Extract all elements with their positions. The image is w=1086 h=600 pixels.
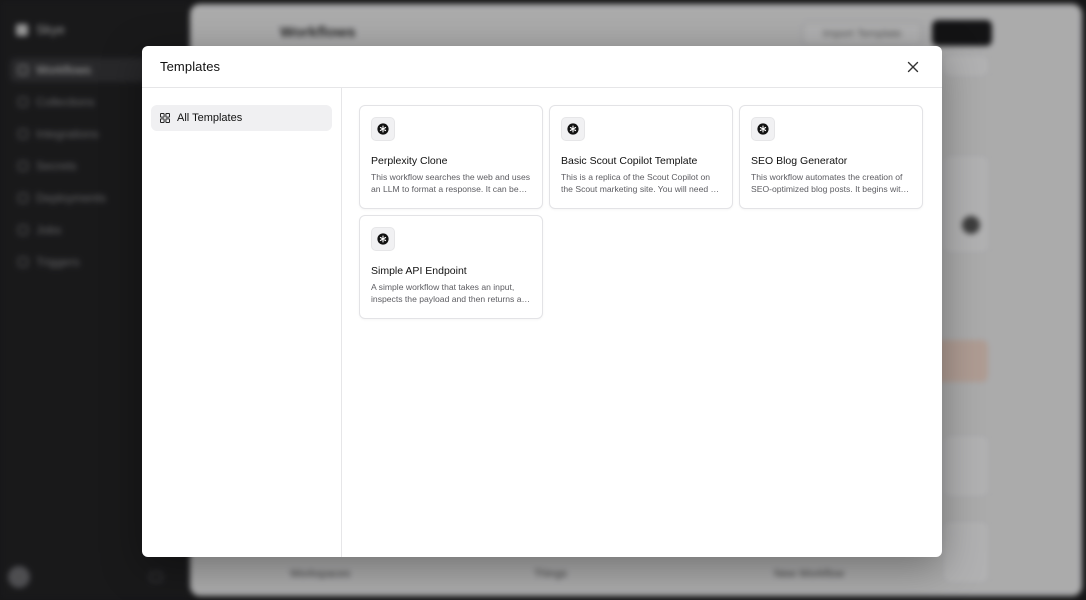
template-name: Simple API Endpoint (371, 265, 467, 277)
templates-grid: Perplexity Clone This workflow searches … (342, 88, 942, 557)
scout-logo-icon (377, 123, 389, 135)
template-description: This is a replica of the Scout Copilot o… (561, 172, 718, 194)
sidebar-item-all-templates[interactable]: All Templates (151, 105, 332, 131)
template-icon (371, 117, 395, 141)
template-description: A simple workflow that takes an input, i… (371, 282, 522, 304)
template-description: This workflow searches the web and uses … (371, 172, 531, 194)
sidebar-item-label: All Templates (177, 112, 243, 124)
scout-logo-icon (377, 233, 389, 245)
template-card-simple-api-endpoint[interactable]: Simple API Endpoint A simple workflow th… (359, 215, 543, 319)
template-icon (371, 227, 395, 251)
template-name: Perplexity Clone (371, 155, 448, 167)
close-button[interactable] (902, 56, 924, 78)
template-card-basic-scout-copilot[interactable]: Basic Scout Copilot Template This is a r… (549, 105, 733, 209)
modal-header: Templates (142, 46, 942, 88)
modal-title: Templates (160, 59, 221, 74)
close-icon (907, 61, 919, 72)
template-card-perplexity-clone[interactable]: Perplexity Clone This workflow searches … (359, 105, 543, 209)
scout-logo-icon (567, 123, 579, 135)
template-icon (751, 117, 775, 141)
template-name: SEO Blog Generator (751, 155, 848, 167)
modal-body: All Templates Perplexity Clone This work… (142, 88, 942, 557)
template-icon (561, 117, 585, 141)
template-card-seo-blog-generator[interactable]: SEO Blog Generator This workflow automat… (739, 105, 923, 209)
templates-sidebar: All Templates (142, 88, 342, 557)
templates-modal: Templates All Templates Perplexity Clone… (142, 46, 942, 557)
grid-icon (160, 113, 170, 123)
template-name: Basic Scout Copilot Template (561, 155, 698, 167)
scout-logo-icon (757, 123, 769, 135)
template-description: This workflow automates the creation of … (751, 172, 906, 194)
